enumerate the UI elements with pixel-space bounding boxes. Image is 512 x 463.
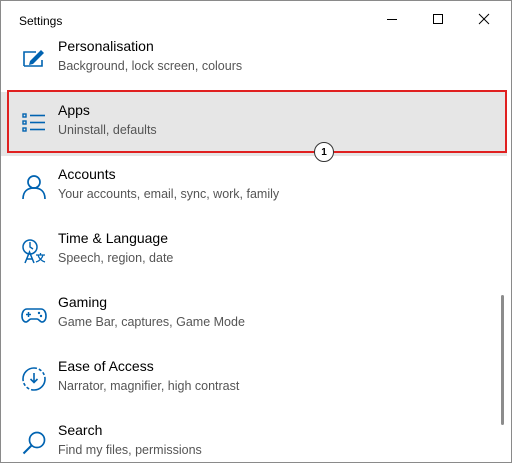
settings-item-gaming[interactable]: Gaming Game Bar, captures, Game Mode bbox=[1, 284, 507, 348]
settings-item-ease-of-access[interactable]: Ease of Access Narrator, magnifier, high… bbox=[1, 348, 507, 412]
settings-item-personalisation[interactable]: Personalisation Background, lock screen,… bbox=[1, 37, 507, 92]
search-icon bbox=[21, 430, 47, 456]
settings-item-label: Time & Language bbox=[58, 230, 168, 246]
minimize-button[interactable] bbox=[369, 1, 415, 37]
close-icon bbox=[478, 13, 490, 25]
settings-item-accounts[interactable]: Accounts Your accounts, email, sync, wor… bbox=[1, 156, 507, 220]
settings-item-description: Background, lock screen, colours bbox=[58, 59, 243, 73]
maximize-button[interactable] bbox=[415, 1, 461, 37]
settings-item-description: Find my files, permissions bbox=[58, 443, 202, 457]
time-language-icon bbox=[21, 238, 47, 264]
ease-of-access-icon bbox=[21, 366, 47, 392]
annotation-highlight-box bbox=[7, 90, 507, 153]
personalisation-icon bbox=[21, 46, 47, 72]
settings-item-description: Your accounts, email, sync, work, family bbox=[58, 187, 280, 201]
settings-item-time-language[interactable]: Time & Language Speech, region, date bbox=[1, 220, 507, 284]
settings-item-description: Speech, region, date bbox=[58, 251, 174, 265]
minimize-icon bbox=[387, 19, 397, 20]
maximize-icon bbox=[433, 14, 443, 24]
scrollbar-thumb[interactable] bbox=[501, 295, 504, 425]
settings-item-label: Ease of Access bbox=[58, 358, 154, 374]
close-button[interactable] bbox=[461, 1, 507, 37]
annotation-number-badge: 1 bbox=[314, 142, 334, 162]
settings-item-label: Gaming bbox=[58, 294, 108, 310]
settings-item-search[interactable]: Search Find my files, permissions bbox=[1, 412, 507, 462]
settings-list: Personalisation Background, lock screen,… bbox=[1, 37, 511, 462]
settings-item-label: Personalisation bbox=[58, 38, 154, 54]
title-bar: Settings bbox=[1, 1, 511, 37]
settings-item-description: Narrator, magnifier, high contrast bbox=[58, 379, 240, 393]
settings-item-description: Game Bar, captures, Game Mode bbox=[58, 315, 245, 329]
settings-item-label: Accounts bbox=[58, 166, 116, 182]
gamepad-icon bbox=[21, 302, 47, 328]
settings-item-label: Search bbox=[58, 422, 103, 438]
person-icon bbox=[21, 174, 47, 200]
window-title: Settings bbox=[19, 14, 63, 28]
settings-window: Settings Personalisation Background, loc… bbox=[0, 0, 512, 463]
